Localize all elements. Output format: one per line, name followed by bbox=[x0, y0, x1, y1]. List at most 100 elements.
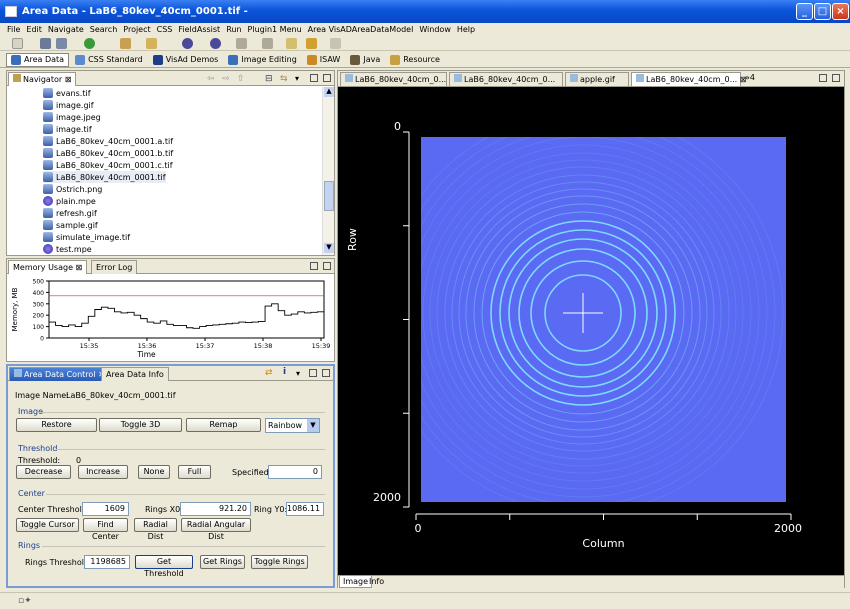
menu-window[interactable]: Window bbox=[416, 23, 454, 36]
fast-view-icon[interactable]: ▫✦ bbox=[18, 596, 32, 606]
menu-file[interactable]: File bbox=[4, 23, 23, 36]
tool-icon[interactable] bbox=[120, 38, 131, 49]
toggle-rings-button[interactable]: Toggle Rings bbox=[251, 555, 308, 569]
maximize-view-icon[interactable] bbox=[323, 74, 331, 82]
tab-editor-4[interactable]: LaB6_80kev_40cm_0... ⊠ bbox=[631, 72, 746, 86]
print-icon[interactable] bbox=[56, 38, 67, 49]
menu-project[interactable]: Project bbox=[120, 23, 153, 36]
close-button[interactable]: × bbox=[832, 3, 849, 20]
window-title-bar[interactable]: Area Data - LaB6_80kev_40cm_0001.tif - _… bbox=[0, 0, 850, 23]
tree-scrollbar[interactable]: ▲ ▼ bbox=[322, 87, 334, 255]
file-tree-item[interactable]: LaB6_80kev_40cm_0001.a.tif bbox=[43, 135, 173, 147]
restore-button[interactable]: Restore bbox=[16, 418, 97, 432]
file-tree-item[interactable]: simulate_image.tif bbox=[43, 231, 130, 243]
menu-fieldassist[interactable]: FieldAssist bbox=[175, 23, 223, 36]
ring-y0-input[interactable]: 1086.11 bbox=[286, 502, 324, 516]
find-center-button[interactable]: Find Center bbox=[83, 518, 128, 541]
view-menu-icon[interactable]: ▾ bbox=[296, 369, 300, 378]
get-rings-button[interactable]: Get Rings bbox=[200, 555, 245, 569]
maximize-view-icon[interactable] bbox=[323, 262, 331, 270]
perspective-java[interactable]: Java bbox=[346, 54, 384, 66]
maximize-view-icon[interactable] bbox=[832, 74, 840, 82]
perspective-area-data[interactable]: Area Data bbox=[6, 52, 70, 67]
file-tree-item[interactable]: LaB6_80kev_40cm_0001.c.tif bbox=[43, 159, 173, 171]
tab-info[interactable]: Info bbox=[366, 576, 387, 588]
minimize-view-icon[interactable] bbox=[309, 369, 317, 377]
view-menu-icon[interactable]: ▾ bbox=[295, 74, 299, 83]
nav2-icon[interactable] bbox=[262, 38, 273, 49]
back-arrow-icon[interactable]: ⇦ bbox=[207, 74, 215, 84]
menu-search[interactable]: Search bbox=[87, 23, 120, 36]
radial-angular-dist-button[interactable]: Radial Angular Dist bbox=[181, 518, 251, 541]
forward-arrow-icon[interactable]: ⇨ bbox=[222, 74, 230, 84]
file-tree-item[interactable]: image.gif bbox=[43, 99, 94, 111]
tab-editor-3[interactable]: apple.gif bbox=[565, 72, 629, 86]
full-button[interactable]: Full bbox=[178, 465, 211, 479]
minimize-button[interactable]: _ bbox=[796, 3, 813, 20]
perspective-image-editing[interactable]: Image Editing bbox=[224, 54, 300, 66]
save-icon[interactable] bbox=[40, 38, 51, 49]
minimize-view-icon[interactable] bbox=[310, 74, 318, 82]
tab-error-log[interactable]: Error Log bbox=[91, 260, 138, 274]
file-tree-item[interactable]: Ostrich.png bbox=[43, 183, 102, 195]
file-tree-item[interactable]: evans.tif bbox=[43, 87, 91, 99]
perspective-isaw[interactable]: ISAW bbox=[303, 54, 345, 66]
scroll-down-icon[interactable]: ▼ bbox=[324, 243, 334, 253]
center-threshold-input[interactable]: 1609 bbox=[82, 502, 129, 516]
new-icon[interactable] bbox=[12, 38, 23, 49]
sync-icon[interactable]: ⇄ bbox=[265, 368, 273, 378]
perspective-resource[interactable]: Resource bbox=[386, 54, 444, 66]
minimize-view-icon[interactable] bbox=[310, 262, 318, 270]
menu-run[interactable]: Run bbox=[223, 23, 244, 36]
link-editor-icon[interactable]: ⇆ bbox=[280, 74, 288, 84]
menu-area-visadareadatamodel[interactable]: Area VisADAreaDataModel bbox=[305, 23, 417, 36]
menu-plugin1-menu[interactable]: Plugin1 Menu bbox=[245, 23, 305, 36]
folder-icon[interactable] bbox=[146, 38, 157, 49]
tab-editor-2[interactable]: LaB6_80kev_40cm_0... bbox=[449, 72, 563, 86]
menu-edit[interactable]: Edit bbox=[23, 23, 45, 36]
toggle-3d-button[interactable]: Toggle 3D bbox=[99, 418, 182, 432]
tab-area-data-control[interactable]: Area Data Control ✕ bbox=[9, 367, 110, 381]
file-tree-item[interactable]: LaB6_80kev_40cm_0001.b.tif bbox=[43, 147, 173, 159]
rings-x0-input[interactable]: 921.20 bbox=[180, 502, 251, 516]
sphere-icon[interactable] bbox=[182, 38, 193, 49]
chevron-down-icon[interactable]: ▼ bbox=[307, 419, 319, 432]
file-tree-item[interactable]: image.jpeg bbox=[43, 111, 101, 123]
up-arrow-icon[interactable]: ⇧ bbox=[237, 74, 245, 84]
rings-threshold-input[interactable]: 1198685 bbox=[84, 555, 130, 569]
maximize-view-icon[interactable] bbox=[322, 369, 330, 377]
info-icon[interactable]: i bbox=[283, 367, 286, 377]
file-tree-item[interactable]: refresh.gif bbox=[43, 207, 97, 219]
minimize-view-icon[interactable] bbox=[819, 74, 827, 82]
colormap-select[interactable]: Rainbow ▼ bbox=[265, 418, 320, 433]
back-icon[interactable] bbox=[306, 38, 317, 49]
menu-help[interactable]: Help bbox=[454, 23, 478, 36]
file-tree-item[interactable]: LaB6_80kev_40cm_0001.tif bbox=[43, 171, 166, 183]
file-tree-item[interactable]: image.tif bbox=[43, 123, 92, 135]
menu-navigate[interactable]: Navigate bbox=[45, 23, 87, 36]
annotate-icon[interactable] bbox=[286, 38, 297, 49]
increase-button[interactable]: Increase bbox=[78, 465, 128, 479]
run-icon[interactable] bbox=[84, 38, 95, 49]
menu-css[interactable]: CSS bbox=[154, 23, 176, 36]
scroll-thumb[interactable] bbox=[324, 181, 334, 211]
perspective-visad-demos[interactable]: VisAd Demos bbox=[149, 54, 223, 66]
forward-icon[interactable] bbox=[330, 38, 341, 49]
remap-button[interactable]: Remap bbox=[186, 418, 261, 432]
file-tree-item[interactable]: plain.mpe bbox=[43, 195, 96, 207]
sphere2-icon[interactable] bbox=[210, 38, 221, 49]
collapse-all-icon[interactable]: ⊟ bbox=[265, 74, 273, 84]
tab-overflow[interactable]: »4 bbox=[745, 73, 755, 82]
file-tree-item[interactable]: sample.gif bbox=[43, 219, 98, 231]
decrease-button[interactable]: Decrease bbox=[16, 465, 71, 479]
none-button[interactable]: None bbox=[138, 465, 170, 479]
tab-navigator[interactable]: Navigator ⊠ bbox=[8, 72, 77, 86]
perspective-css-standard[interactable]: CSS Standard bbox=[71, 54, 147, 66]
tab-editor-1[interactable]: LaB6_80kev_40cm_0... bbox=[340, 72, 447, 86]
toggle-cursor-button[interactable]: Toggle Cursor bbox=[16, 518, 79, 532]
get-threshold-button[interactable]: Get Threshold bbox=[135, 555, 193, 578]
image-display[interactable]: 0 2000 Row 0 2000 Column bbox=[338, 87, 844, 575]
maximize-button[interactable]: □ bbox=[814, 3, 831, 20]
tab-area-data-info[interactable]: Area Data Info bbox=[101, 367, 169, 381]
specified-input[interactable]: 0 bbox=[268, 465, 322, 479]
